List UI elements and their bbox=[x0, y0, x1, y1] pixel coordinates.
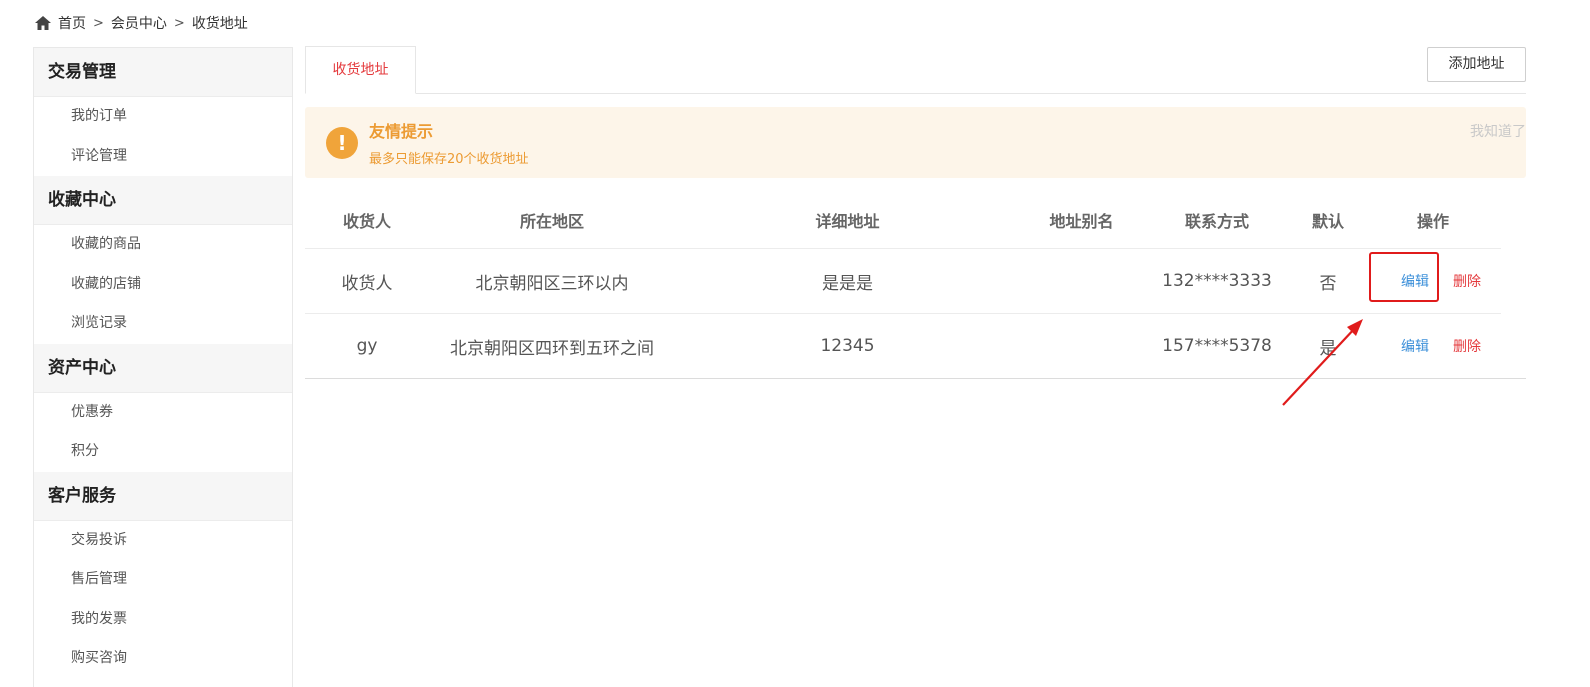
cell-contact: 157****5378 bbox=[1162, 336, 1272, 356]
sidebar-group-title: 交易管理 bbox=[34, 48, 292, 97]
sidebar: 交易管理 我的订单 评论管理 收藏中心 收藏的商品 收藏的店铺 浏览记录 资产中… bbox=[33, 47, 293, 687]
breadcrumb: 首页 > 会员中心 > 收货地址 bbox=[34, 11, 248, 35]
column-header-contact: 联系方式 bbox=[1184, 211, 1249, 231]
breadcrumb-member-center-link[interactable]: 会员中心 bbox=[111, 13, 167, 33]
sidebar-group-trade: 交易管理 我的订单 评论管理 bbox=[34, 48, 292, 176]
sidebar-item-favorite-products[interactable]: 收藏的商品 bbox=[34, 225, 292, 265]
cell-region: 北京朝阳区四环到五环之间 bbox=[450, 338, 654, 359]
notice-banner: ! 友情提示 最多只能保存20个收货地址 我知道了 bbox=[305, 107, 1526, 178]
delete-link[interactable]: 删除 bbox=[1449, 336, 1485, 356]
sidebar-item-invoices[interactable]: 我的发票 bbox=[34, 600, 292, 640]
address-table: 收货人 所在地区 详细地址 地址别名 联系方式 默认 操作 收货人 北京朝阳区三… bbox=[305, 191, 1526, 379]
sidebar-group-title: 收藏中心 bbox=[34, 176, 292, 225]
sidebar-item-reviews[interactable]: 评论管理 bbox=[34, 137, 292, 177]
cell-actions: 编辑 删除 bbox=[1365, 336, 1501, 356]
breadcrumb-separator: > bbox=[173, 15, 185, 31]
column-header-alias: 地址别名 bbox=[1049, 211, 1114, 231]
cell-detail: 12345 bbox=[820, 336, 875, 356]
sidebar-group-service: 客户服务 交易投诉 售后管理 我的发票 购买咨询 bbox=[34, 471, 292, 679]
breadcrumb-home-link[interactable]: 首页 bbox=[58, 13, 86, 33]
cell-recipient: 收货人 bbox=[341, 273, 393, 294]
sidebar-item-points[interactable]: 积分 bbox=[34, 432, 292, 472]
notice-title: 友情提示 bbox=[369, 122, 434, 141]
cell-default: 是 bbox=[1319, 338, 1337, 359]
sidebar-item-browse-history[interactable]: 浏览记录 bbox=[34, 304, 292, 344]
cell-default: 否 bbox=[1319, 273, 1337, 294]
sidebar-group-assets: 资产中心 优惠券 积分 bbox=[34, 343, 292, 472]
add-address-button[interactable]: 添加地址 bbox=[1427, 47, 1526, 82]
table-row: gy 北京朝阳区四环到五环之间 12345 157****5378 是 编辑 删… bbox=[305, 314, 1526, 379]
sidebar-item-my-orders[interactable]: 我的订单 bbox=[34, 97, 292, 137]
column-header-default: 默认 bbox=[1311, 211, 1344, 231]
sidebar-group-title: 资产中心 bbox=[34, 343, 292, 393]
cell-detail: 是是是 bbox=[822, 273, 873, 294]
sidebar-group-favorites: 收藏中心 收藏的商品 收藏的店铺 浏览记录 bbox=[34, 176, 292, 344]
sidebar-item-after-sales[interactable]: 售后管理 bbox=[34, 560, 292, 600]
sidebar-item-favorite-shops[interactable]: 收藏的店铺 bbox=[34, 265, 292, 305]
delete-link[interactable]: 删除 bbox=[1449, 271, 1485, 291]
cell-contact: 132****3333 bbox=[1162, 271, 1272, 291]
notice-description: 最多只能保存20个收货地址 bbox=[369, 152, 529, 167]
tab-bar: 收货地址 添加地址 bbox=[305, 46, 1526, 94]
column-header-detail: 详细地址 bbox=[815, 211, 880, 231]
breadcrumb-separator: > bbox=[93, 15, 104, 31]
sidebar-group-title: 客户服务 bbox=[34, 471, 292, 521]
edit-link[interactable]: 编辑 bbox=[1381, 271, 1449, 291]
table-row: 收货人 北京朝阳区三环以内 是是是 132****3333 否 编辑 删除 bbox=[305, 249, 1501, 314]
cell-recipient: gy bbox=[356, 336, 378, 356]
column-header-actions: 操作 bbox=[1416, 211, 1449, 231]
tab-shipping-address[interactable]: 收货地址 bbox=[305, 46, 416, 94]
edit-link[interactable]: 编辑 bbox=[1381, 336, 1449, 356]
sidebar-item-inquiries[interactable]: 购买咨询 bbox=[34, 639, 292, 679]
home-icon[interactable] bbox=[34, 14, 52, 32]
main-content: 收货地址 添加地址 ! 友情提示 最多只能保存20个收货地址 我知道了 收货人 … bbox=[305, 46, 1526, 379]
cell-region: 北京朝阳区三环以内 bbox=[475, 273, 629, 294]
table-header: 收货人 所在地区 详细地址 地址别名 联系方式 默认 操作 bbox=[305, 191, 1501, 249]
breadcrumb-current: 收货地址 bbox=[191, 16, 248, 32]
column-header-recipient: 收货人 bbox=[342, 211, 391, 231]
warning-icon: ! bbox=[326, 127, 358, 159]
cell-actions: 编辑 删除 bbox=[1365, 271, 1501, 291]
sidebar-item-coupons[interactable]: 优惠券 bbox=[34, 393, 292, 433]
column-header-region: 所在地区 bbox=[519, 211, 584, 231]
sidebar-item-complaints[interactable]: 交易投诉 bbox=[34, 521, 292, 561]
notice-dismiss-link[interactable]: 我知道了 bbox=[1470, 121, 1526, 141]
